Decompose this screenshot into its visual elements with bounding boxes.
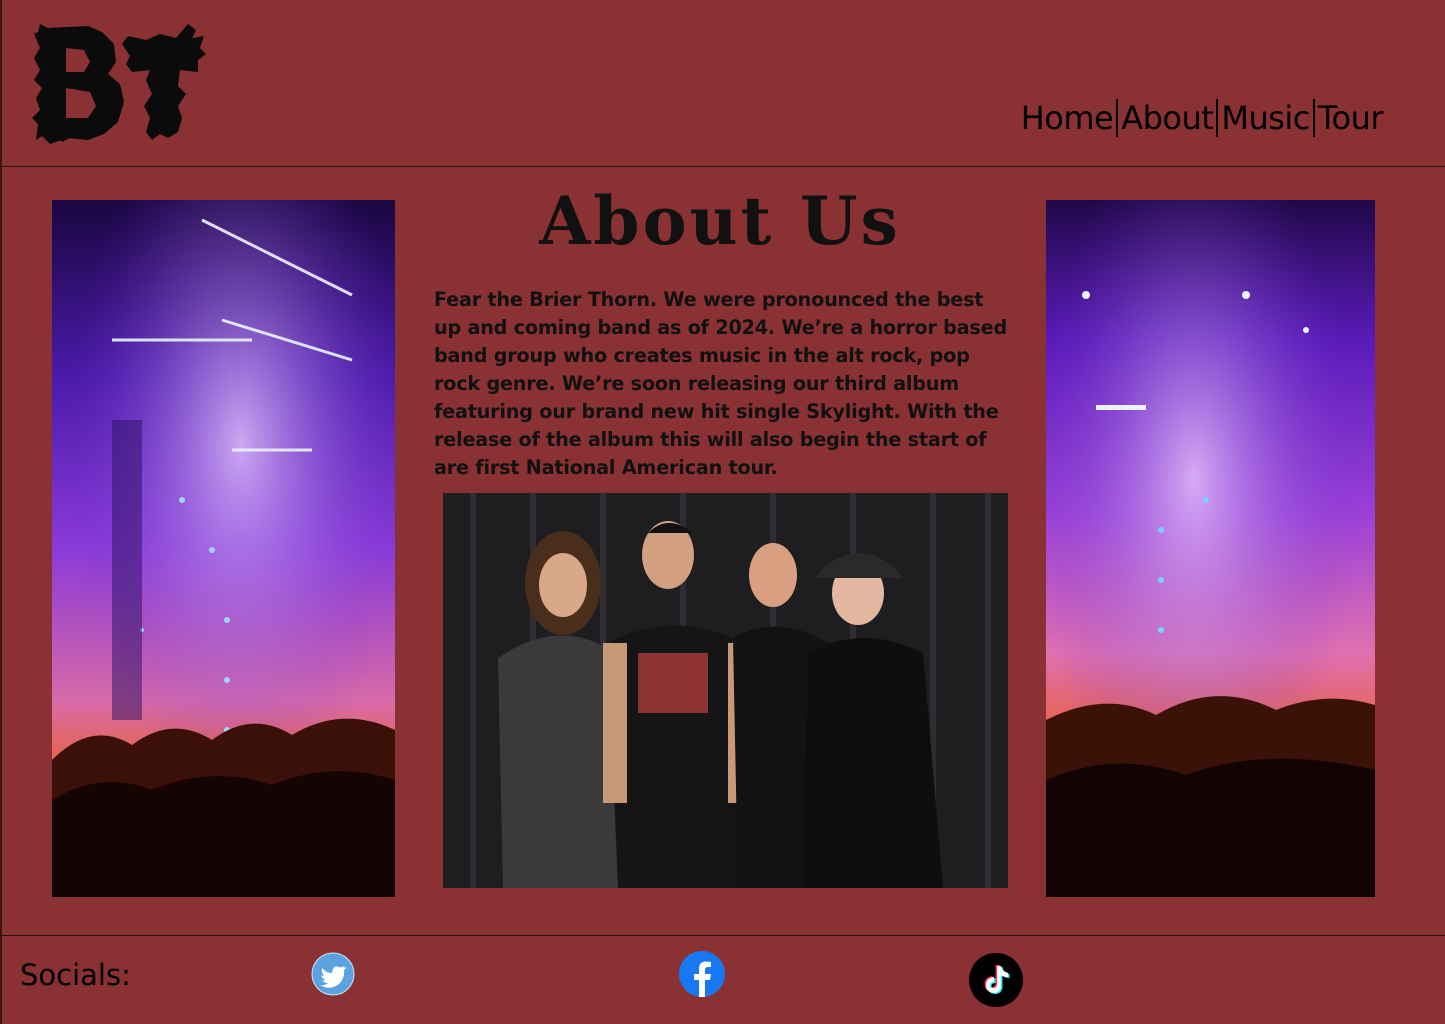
page-title: About Us bbox=[539, 182, 901, 260]
tiktok-icon[interactable] bbox=[968, 952, 1024, 1008]
facebook-icon[interactable] bbox=[679, 951, 725, 997]
twitter-icon[interactable] bbox=[311, 952, 355, 996]
header-divider bbox=[0, 166, 1445, 167]
brand-logo[interactable] bbox=[28, 14, 208, 149]
main-nav: Home About Music Tour bbox=[1021, 96, 1384, 140]
logo-graphic bbox=[32, 24, 206, 144]
footer-divider bbox=[0, 935, 1445, 936]
nav-music[interactable]: Music bbox=[1221, 99, 1310, 137]
nav-divider bbox=[1312, 99, 1315, 137]
nav-divider bbox=[1216, 99, 1219, 137]
band-photo bbox=[443, 493, 1008, 888]
concert-image-left bbox=[52, 200, 395, 897]
nav-about[interactable]: About bbox=[1121, 99, 1214, 137]
nav-divider bbox=[1116, 99, 1119, 137]
nav-tour[interactable]: Tour bbox=[1318, 99, 1384, 137]
socials-label: Socials: bbox=[20, 958, 131, 992]
site-header: Home About Music Tour bbox=[0, 0, 1445, 166]
concert-image-right bbox=[1046, 200, 1375, 897]
nav-home[interactable]: Home bbox=[1021, 99, 1114, 137]
about-paragraph: Fear the Brier Thorn. We were pronounced… bbox=[434, 288, 1007, 479]
